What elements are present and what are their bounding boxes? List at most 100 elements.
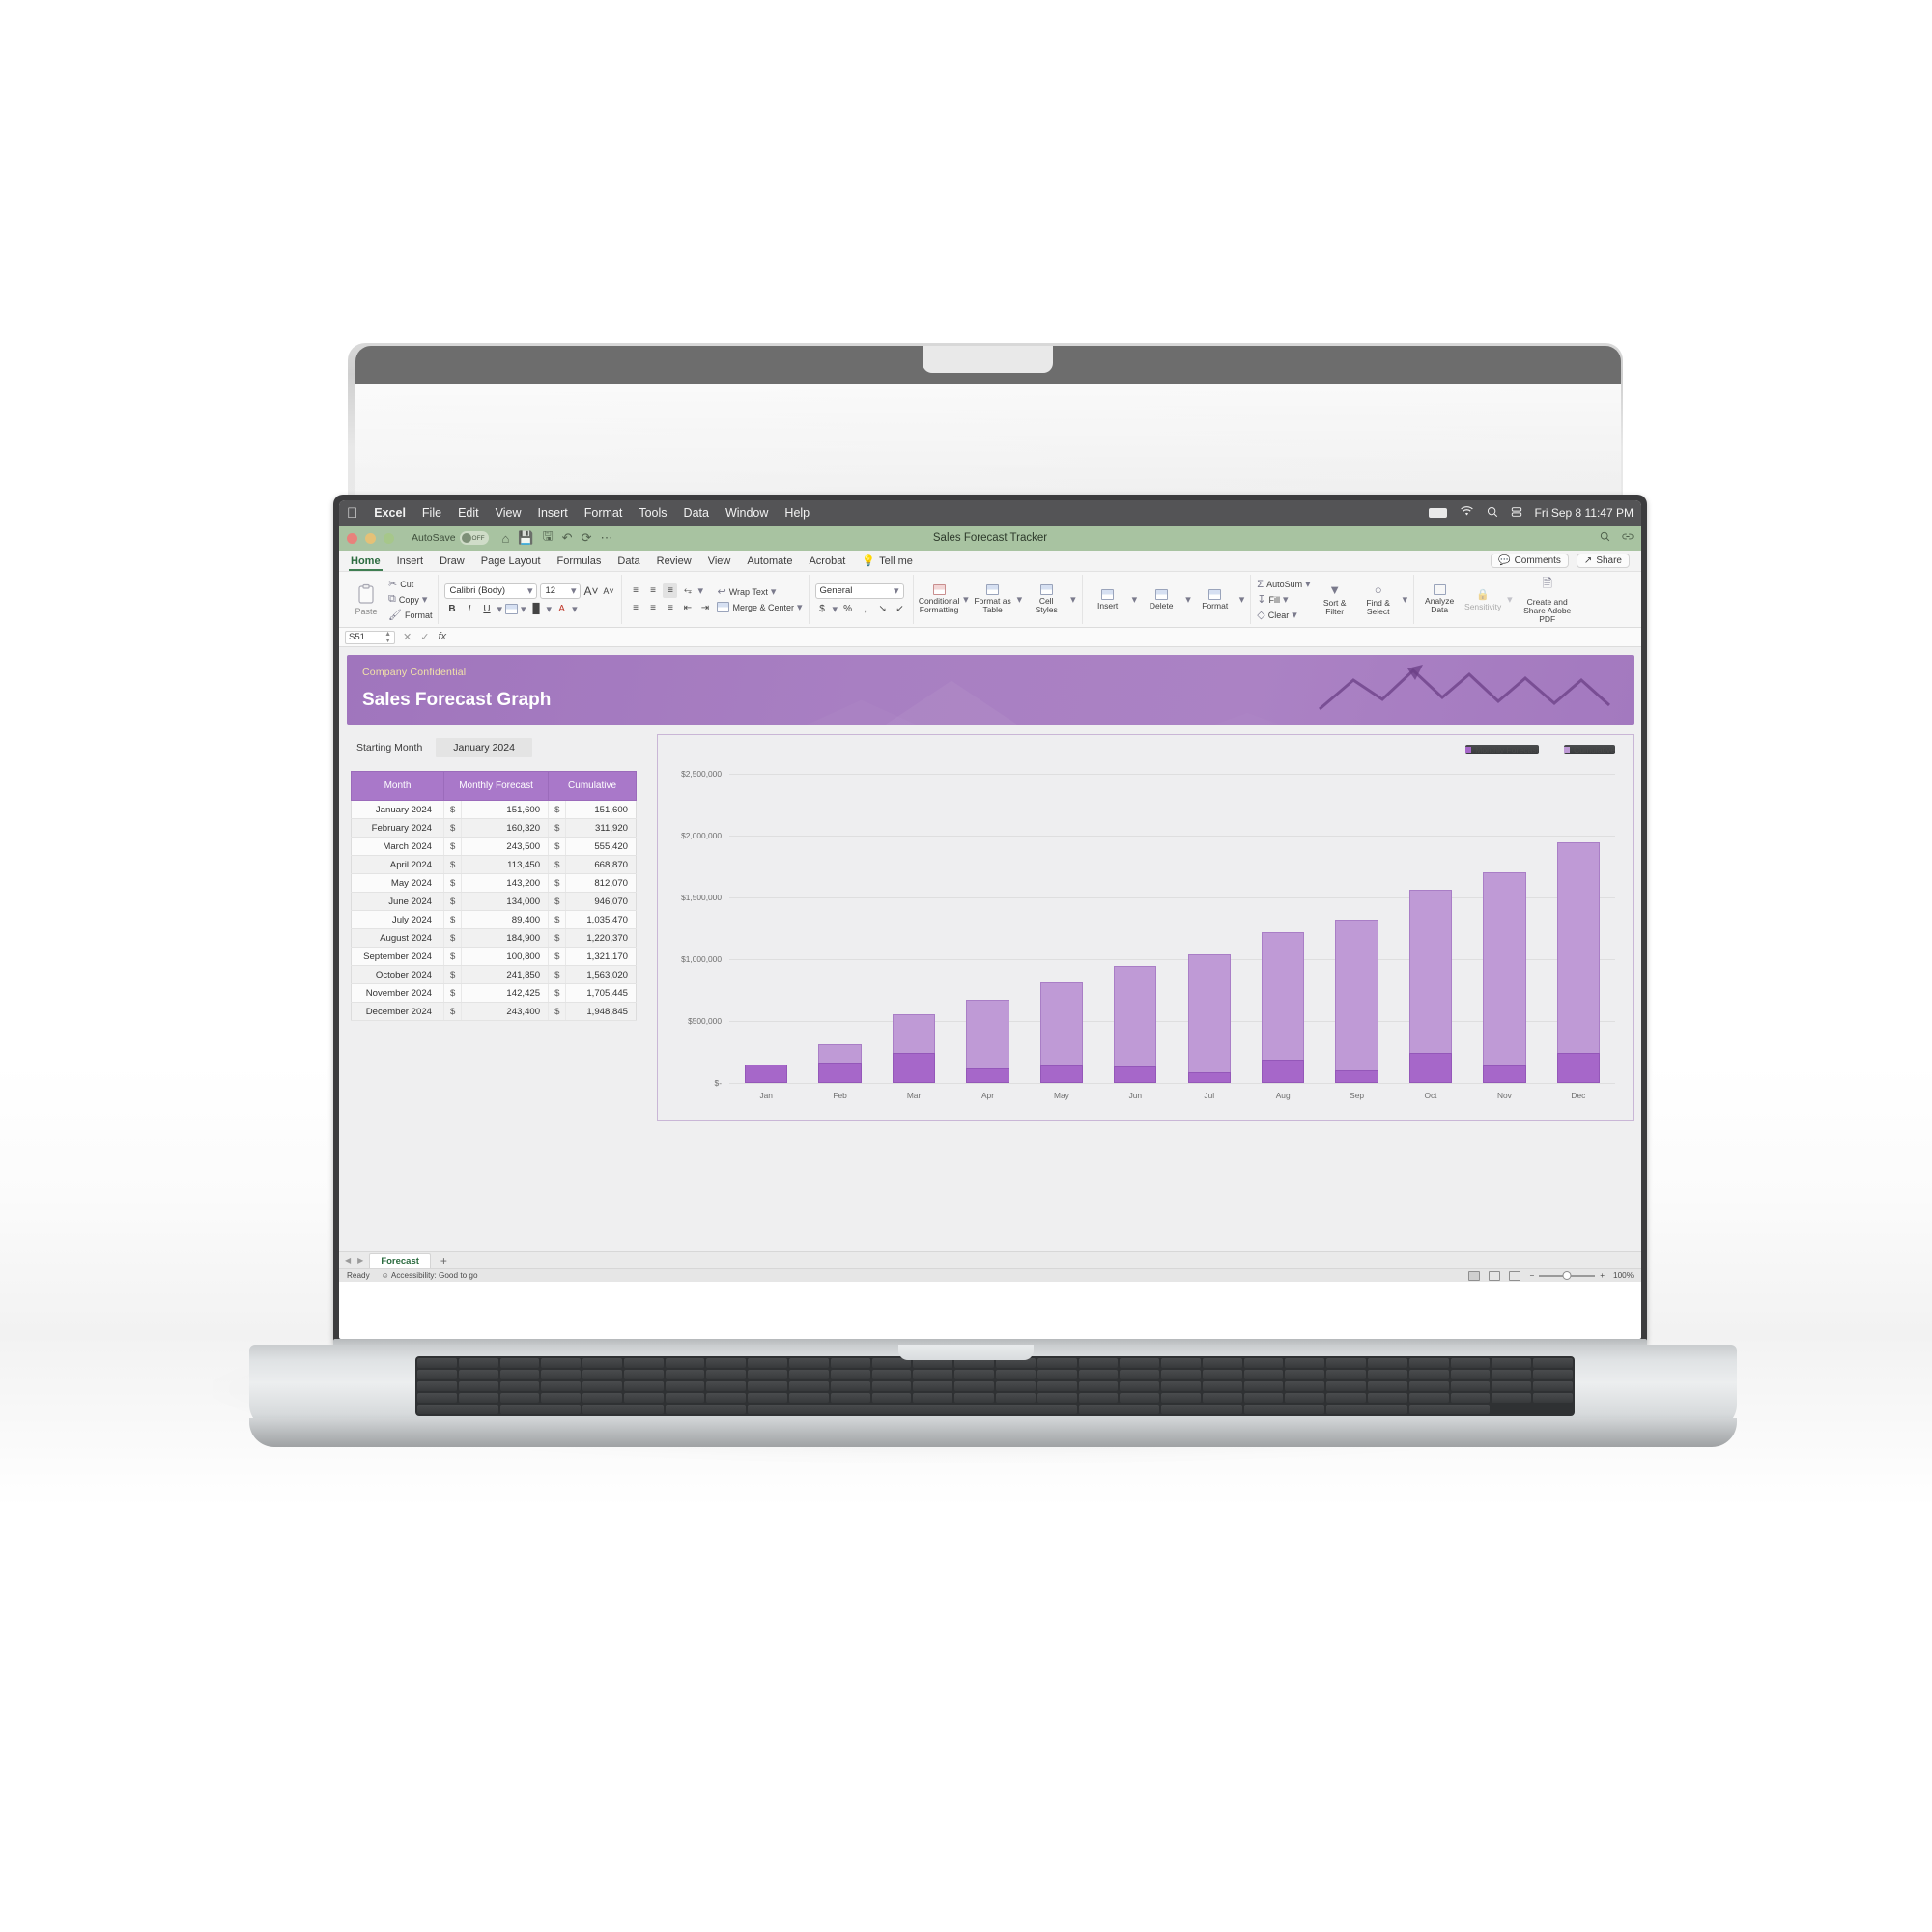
chevron-down-icon[interactable]: ▾ [1185, 593, 1191, 606]
wifi-icon[interactable] [1460, 506, 1474, 520]
fill-button[interactable]: ↧ Fill ▾ [1257, 593, 1310, 606]
cell-month[interactable]: June 2024 [351, 892, 444, 911]
italic-button[interactable]: I [462, 602, 476, 616]
table-row[interactable]: September 2024 $100,800 $1,321,170 [351, 947, 637, 966]
cell-forecast-value[interactable]: 89,400 [461, 910, 549, 929]
name-box-spinner-icon[interactable]: ▲ ▼ [384, 631, 391, 644]
cell-cumulative-currency[interactable]: $ [548, 873, 566, 893]
zoom-in-button[interactable]: + [1600, 1271, 1605, 1280]
table-row[interactable]: May 2024 $143,200 $812,070 [351, 873, 637, 893]
column-header-monthly-forecast[interactable]: Monthly Forecast [442, 771, 550, 801]
autosave-toggle[interactable]: AutoSave OFF [412, 531, 489, 545]
clear-button[interactable]: ◇ Clear ▾ [1257, 609, 1310, 621]
cell-month[interactable]: December 2024 [351, 1002, 444, 1021]
cell-cumulative-currency[interactable]: $ [548, 910, 566, 929]
sheet-tab-forecast[interactable]: Forecast [369, 1252, 431, 1268]
cell-month[interactable]: January 2024 [351, 800, 444, 819]
sensitivity-button[interactable]: 🔒 Sensitivity [1463, 588, 1502, 611]
ribbon-tab-insert[interactable]: Insert [397, 555, 424, 567]
cell-cumulative-currency[interactable]: $ [548, 800, 566, 819]
comments-button[interactable]: 💬 Comments [1491, 554, 1569, 568]
link-icon[interactable] [1622, 531, 1634, 545]
add-sheet-button[interactable]: + [437, 1254, 451, 1267]
bold-button[interactable]: B [444, 602, 459, 616]
ribbon-tab-review[interactable]: Review [657, 555, 692, 567]
cell-forecast-value[interactable]: 243,500 [461, 837, 549, 856]
menu-item-insert[interactable]: Insert [538, 506, 568, 520]
close-button[interactable] [347, 532, 357, 544]
borders-icon[interactable] [505, 603, 519, 614]
cell-month[interactable]: March 2024 [351, 837, 444, 856]
undo-icon[interactable]: ↶ [562, 530, 573, 546]
battery-icon[interactable] [1428, 508, 1447, 518]
ribbon-tab-view[interactable]: View [708, 555, 731, 567]
legend-item-monthly-forecast[interactable]: Monthly Forecast [1465, 745, 1539, 754]
ribbon-tab-page-layout[interactable]: Page Layout [481, 555, 541, 567]
chart-bar-monthly-forecast[interactable] [1335, 1070, 1378, 1083]
merge-center-button[interactable]: Merge & Center ▾ [717, 601, 803, 613]
chart-bar-group[interactable]: May [1025, 774, 1098, 1100]
chevron-down-icon[interactable]: ▾ [1239, 593, 1245, 606]
decrease-decimal-icon[interactable]: ↙ [893, 602, 907, 616]
cell-forecast-value[interactable]: 113,450 [461, 855, 549, 874]
ribbon-tab-formulas[interactable]: Formulas [557, 555, 602, 567]
menu-item-format[interactable]: Format [584, 506, 623, 520]
cancel-icon[interactable]: ✕ [403, 631, 412, 643]
cell-forecast-value[interactable]: 241,850 [461, 965, 549, 984]
search-icon[interactable] [1487, 506, 1498, 521]
ribbon-tab-draw[interactable]: Draw [440, 555, 465, 567]
apple-icon[interactable]:  [347, 506, 357, 521]
cell-cumulative-currency[interactable]: $ [548, 947, 566, 966]
cell-month[interactable]: October 2024 [351, 965, 444, 984]
sort-filter-button[interactable]: ▼ Sort & Filter [1316, 582, 1354, 616]
align-center-icon[interactable]: ≡ [645, 601, 660, 615]
redo-icon[interactable]: ⟳ [582, 530, 592, 546]
menu-item-data[interactable]: Data [684, 506, 709, 520]
column-header-month[interactable]: Month [351, 771, 444, 801]
cell-forecast-currency[interactable]: $ [442, 965, 462, 984]
insert-cells-button[interactable]: Insert [1089, 588, 1127, 611]
align-right-icon[interactable]: ≡ [663, 601, 677, 615]
share-button[interactable]: ↗ Share [1576, 554, 1630, 568]
align-middle-icon[interactable]: ≡ [645, 583, 660, 598]
align-bottom-icon[interactable]: ≡ [663, 583, 678, 598]
menu-item-view[interactable]: View [496, 506, 522, 520]
cell-forecast-currency[interactable]: $ [442, 873, 462, 893]
cell-cumulative-value[interactable]: 151,600 [565, 800, 637, 819]
worksheet-area[interactable]: Company Confidential Sales Forecast Grap… [339, 647, 1641, 1251]
cell-forecast-value[interactable]: 160,320 [461, 818, 549, 838]
ribbon-tab-data[interactable]: Data [617, 555, 639, 567]
chart-bar-cumulative[interactable] [1187, 954, 1231, 1083]
chart-bar-monthly-forecast[interactable] [1262, 1060, 1305, 1083]
find-select-button[interactable]: ○ Find & Select [1359, 582, 1398, 616]
chart-bar-group[interactable]: Mar [877, 774, 951, 1100]
cell-forecast-value[interactable]: 243,400 [461, 1002, 549, 1021]
more-icon[interactable]: ⋯ [600, 530, 612, 546]
cell-cumulative-value[interactable]: 946,070 [565, 892, 637, 911]
align-top-icon[interactable]: ≡ [628, 583, 642, 598]
underline-button[interactable]: U [479, 602, 494, 616]
cell-month[interactable]: April 2024 [351, 855, 444, 874]
table-row[interactable]: October 2024 $241,850 $1,563,020 [351, 965, 637, 984]
table-row[interactable]: February 2024 $160,320 $311,920 [351, 818, 637, 838]
cell-forecast-currency[interactable]: $ [442, 855, 462, 874]
number-format-select[interactable]: General ▾ [814, 582, 904, 599]
chart-bar-group[interactable]: Sep [1320, 774, 1393, 1100]
chart-bar-group[interactable]: Jan [729, 774, 803, 1100]
menu-item-tools[interactable]: Tools [639, 506, 667, 520]
starting-month-value[interactable]: January 2024 [436, 738, 532, 757]
ribbon-tab-automate[interactable]: Automate [747, 555, 792, 567]
zoom-knob[interactable] [1562, 1270, 1572, 1280]
cell-styles-button[interactable]: Cell Styles [1027, 584, 1065, 614]
cell-forecast-currency[interactable]: $ [442, 800, 462, 819]
cell-cumulative-value[interactable]: 812,070 [565, 873, 637, 893]
chart-bar-monthly-forecast[interactable] [966, 1068, 1009, 1083]
page-layout-view-icon[interactable] [1489, 1270, 1501, 1281]
cell-cumulative-value[interactable]: 1,563,020 [565, 965, 637, 984]
chevron-down-icon[interactable]: ▾ [833, 603, 838, 615]
chevron-down-icon[interactable]: ▾ [497, 603, 502, 615]
analyze-data-button[interactable]: Analyze Data [1420, 584, 1459, 614]
chart-bar-monthly-forecast[interactable] [745, 1064, 788, 1083]
ribbon-tab-acrobat[interactable]: Acrobat [809, 555, 845, 567]
table-row[interactable]: January 2024 $151,600 $151,600 [351, 800, 637, 819]
